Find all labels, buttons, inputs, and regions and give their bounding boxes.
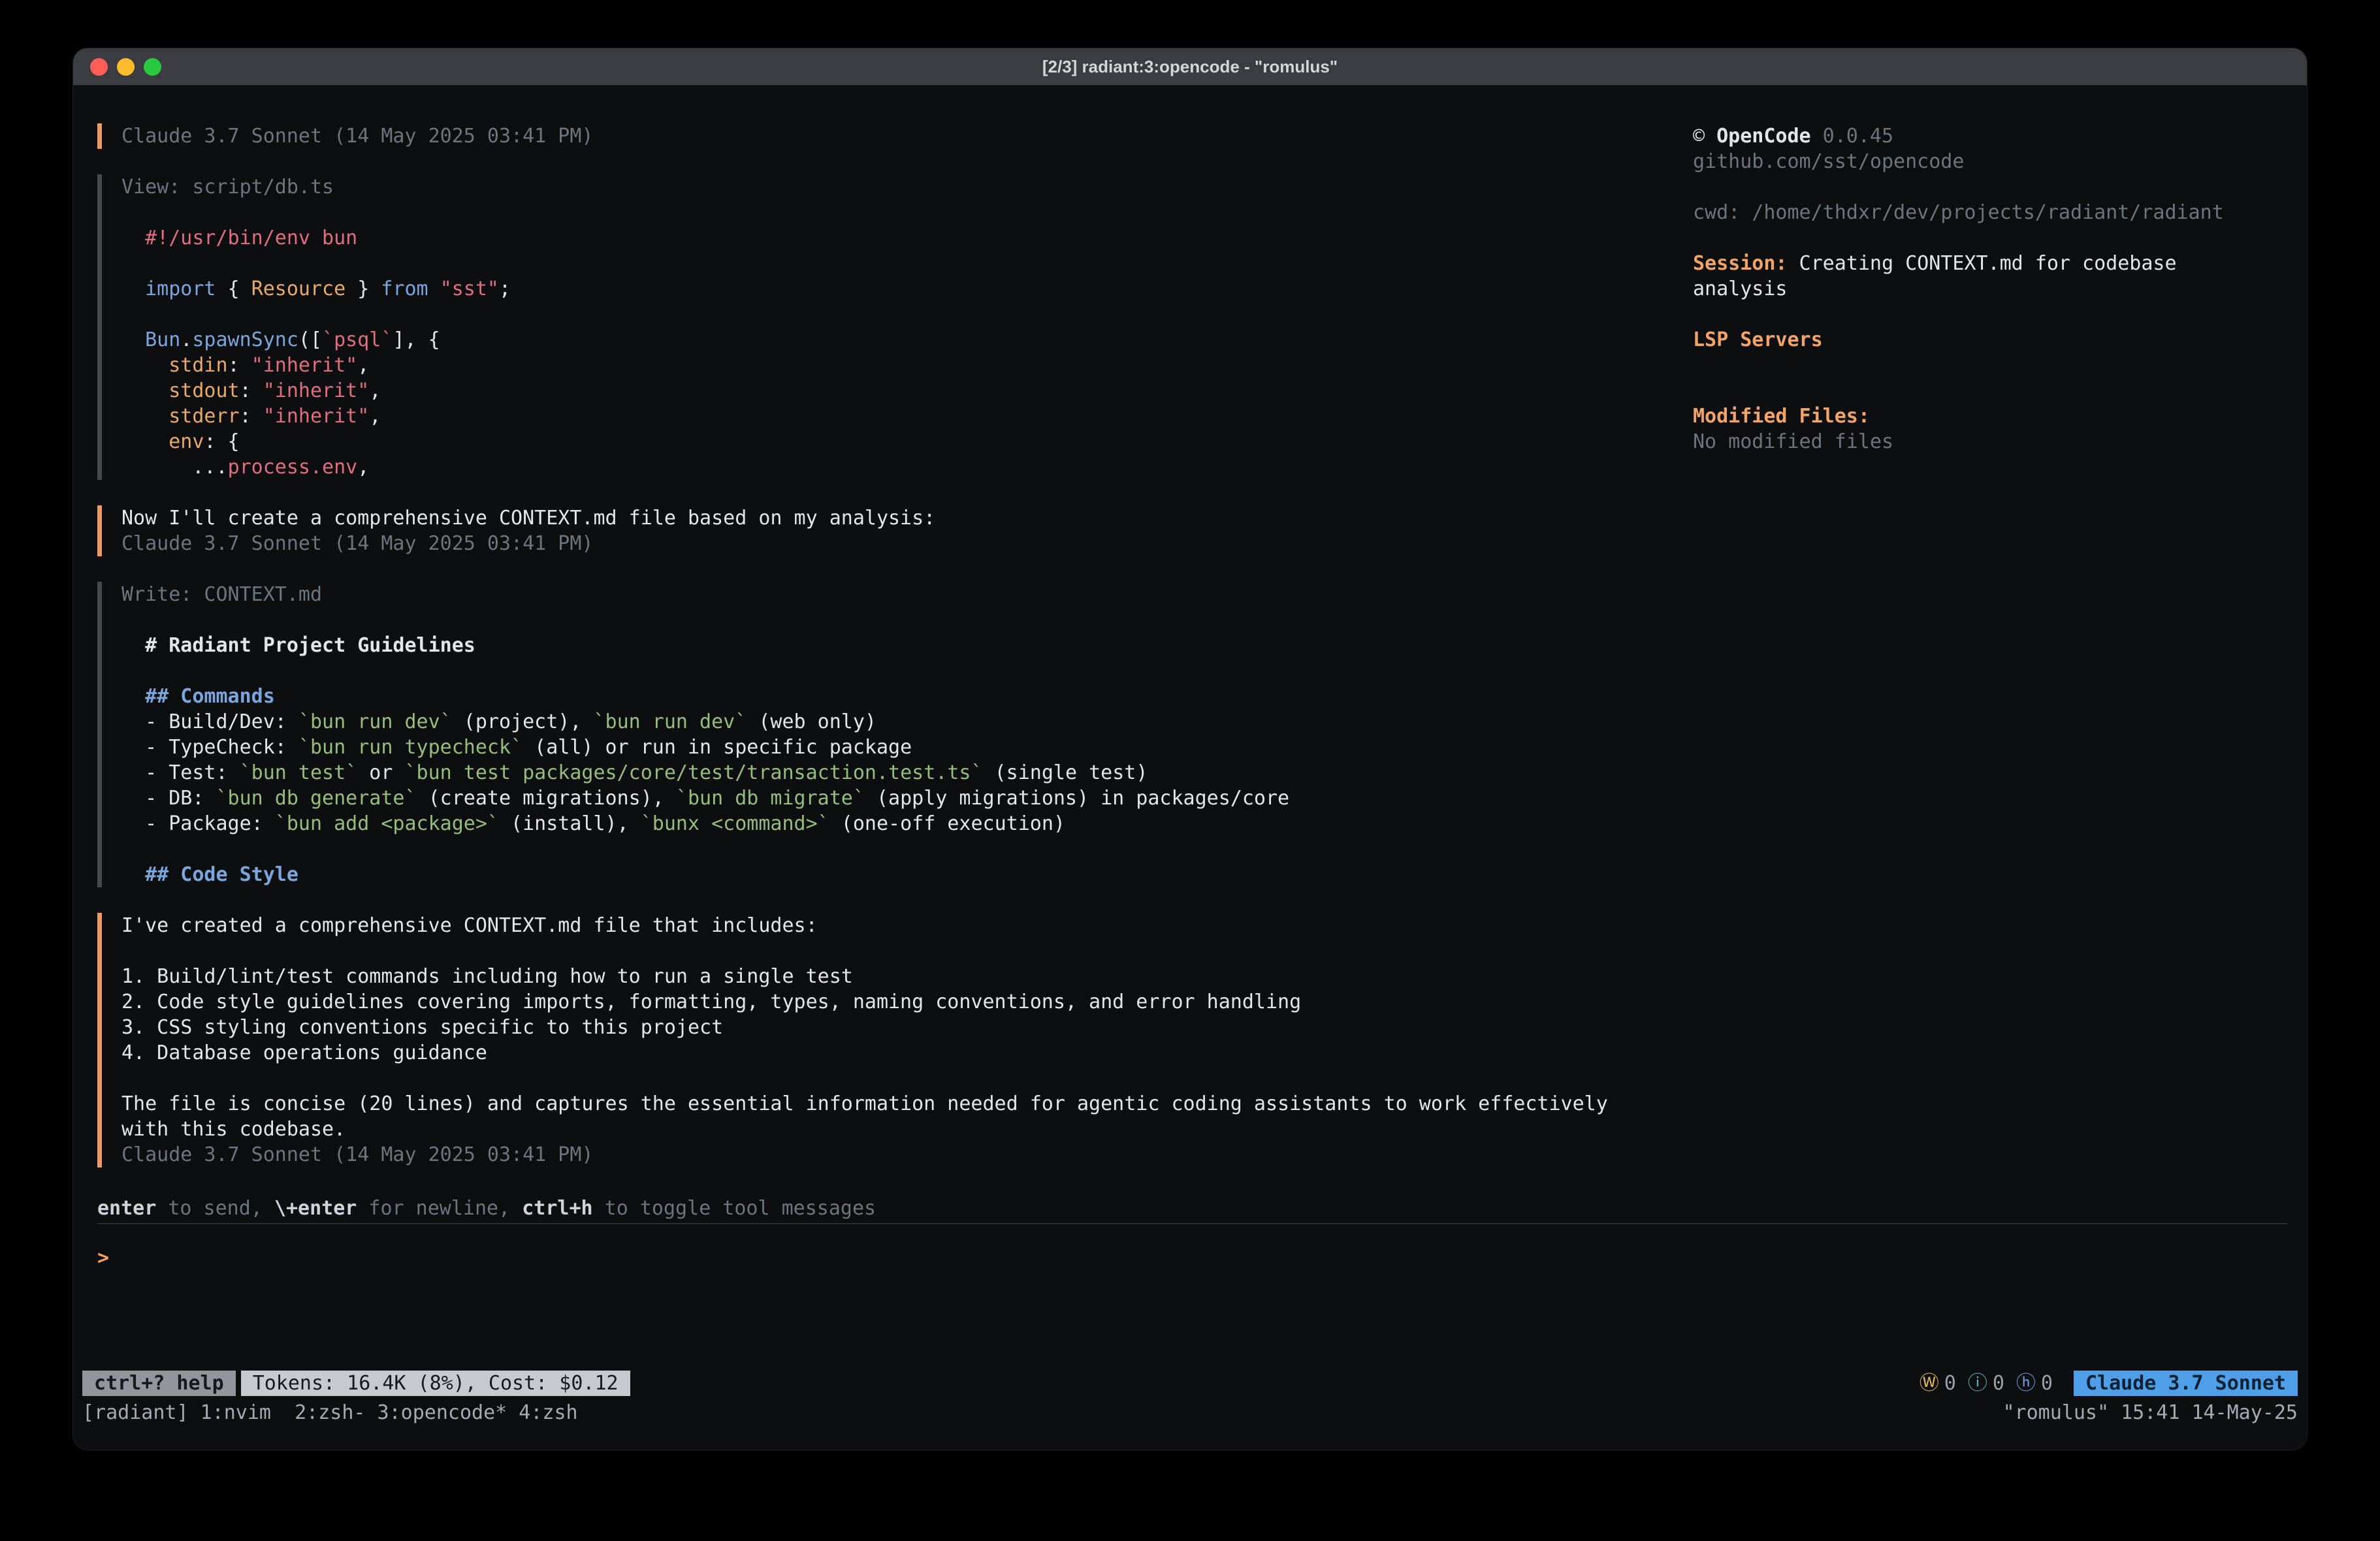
session-sidebar: © OpenCode 0.0.45github.com/sst/opencode… [1693,123,2245,454]
text-line: © OpenCode 0.0.45 [1693,123,2245,149]
close-button[interactable] [90,58,108,76]
text-line: Session: Creating CONTEXT.md for codebas… [1693,251,2245,302]
tmux-session-clock: "romulus" 15:41 14-May-25 [2002,1400,2298,1425]
info-icon: ⓘ [1968,1371,1987,1396]
diagnostic-info: ⓘ 0 [1968,1371,2004,1396]
text-line: #!/usr/bin/env bun [121,225,1658,251]
assistant-message: Claude 3.7 Sonnet (14 May 2025 03:41 PM) [97,123,1658,149]
text-line: # Radiant Project Guidelines [121,633,1658,658]
status-right: Ⓦ 0 ⓘ 0 ⓗ 0 Claude 3.7 Sonnet [1920,1371,2298,1396]
warning-count: 0 [1944,1371,1956,1396]
text-line: stderr: "inherit", [121,404,1658,429]
text-line: Claude 3.7 Sonnet (14 May 2025 03:41 PM) [121,123,1658,149]
text-line: stdout: "inherit", [121,378,1658,404]
tool-message: Write: CONTEXT.md # Radiant Project Guid… [97,582,1658,887]
text-line [121,938,1658,964]
diagnostic-hints: ⓗ 0 [2016,1371,2053,1396]
model-chip: Claude 3.7 Sonnet [2074,1371,2298,1396]
text-line: - Test: `bun test` or `bun test packages… [121,760,1658,786]
text-line: github.com/sst/opencode [1693,149,2245,174]
help-hint-chip: ctrl+? help [82,1371,236,1396]
text-line: 3. CSS styling conventions specific to t… [121,1015,1658,1040]
text-line [121,607,1658,633]
text-line: stdin: "inherit", [121,353,1658,378]
info-count: 0 [1993,1371,2004,1396]
assistant-message: Now I'll create a comprehensive CONTEXT.… [97,505,1658,556]
text-line: Claude 3.7 Sonnet (14 May 2025 03:41 PM) [121,1142,1658,1168]
text-line: I've created a comprehensive CONTEXT.md … [121,913,1658,938]
assistant-message: I've created a comprehensive CONTEXT.md … [97,913,1658,1168]
text-line: - Build/Dev: `bun run dev` (project), `b… [121,709,1658,735]
text-line: LSP Servers [1693,327,2245,353]
prompt-symbol: > [97,1247,109,1269]
hint-icon: ⓗ [2016,1371,2036,1396]
text-line: Write: CONTEXT.md [121,582,1658,607]
chat-log[interactable]: Claude 3.7 Sonnet (14 May 2025 03:41 PM)… [97,123,1658,1193]
window-titlebar: [2/3] radiant:3:opencode - "romulus" [73,48,2307,86]
message-input[interactable]: > [97,1245,2287,1343]
text-line [1693,225,2245,251]
text-line [1693,378,2245,404]
text-line: env: { [121,429,1658,454]
text-line [121,251,1658,276]
text-line: Bun.spawnSync([`psql`], { [121,327,1658,353]
text-line: import { Resource } from "sst"; [121,276,1658,302]
input-divider [97,1223,2287,1224]
traffic-lights [90,48,161,85]
text-line: - DB: `bun db generate` (create migratio… [121,786,1658,811]
warning-icon: Ⓦ [1920,1371,1939,1396]
tmux-statusline: [radiant] 1:nvim 2:zsh- 3:opencode* 4:zs… [82,1401,2298,1424]
text-line: View: script/db.ts [121,174,1658,200]
tokens-cost-chip: Tokens: 16.4K (8%), Cost: $0.12 [241,1371,630,1396]
opencode-tui: Claude 3.7 Sonnet (14 May 2025 03:41 PM)… [73,86,2307,1450]
text-line: cwd: /home/thdxr/dev/projects/radiant/ra… [1693,200,2245,225]
text-line [121,200,1658,225]
terminal-window: [2/3] radiant:3:opencode - "romulus" Cla… [73,48,2307,1450]
text-line [1693,353,2245,378]
text-line [1693,174,2245,200]
keybind-help: enter to send, \+enter for newline, ctrl… [97,1196,876,1221]
hint-count: 0 [2041,1371,2053,1396]
tool-message: View: script/db.ts #!/usr/bin/env bun im… [97,174,1658,480]
text-line: 1. Build/lint/test commands including ho… [121,964,1658,989]
text-line: ## Code Style [121,862,1658,887]
text-line [1693,302,2245,327]
text-line: Modified Files: [1693,404,2245,429]
text-line: No modified files [1693,429,2245,454]
text-line [121,658,1658,684]
window-title: [2/3] radiant:3:opencode - "romulus" [1042,57,1338,77]
text-line: ...process.env, [121,454,1658,480]
status-bar: ctrl+? help Tokens: 16.4K (8%), Cost: $0… [82,1371,2298,1396]
text-line: ## Commands [121,684,1658,709]
zoom-button[interactable] [144,58,161,76]
minimize-button[interactable] [117,58,135,76]
text-line: The file is concise (20 lines) and captu… [121,1091,1658,1117]
text-line: - TypeCheck: `bun run typecheck` (all) o… [121,735,1658,760]
diagnostic-warnings: Ⓦ 0 [1920,1371,1956,1396]
text-line: - Package: `bun add <package>` (install)… [121,811,1658,836]
text-line: Claude 3.7 Sonnet (14 May 2025 03:41 PM) [121,531,1658,556]
text-line: Now I'll create a comprehensive CONTEXT.… [121,505,1658,531]
lsp-diagnostics: Ⓦ 0 ⓘ 0 ⓗ 0 [1920,1371,2053,1396]
text-line: with this codebase. [121,1117,1658,1142]
text-line: 4. Database operations guidance [121,1040,1658,1066]
text-line [121,302,1658,327]
text-line [121,836,1658,862]
text-line [121,1066,1658,1091]
tmux-window-list[interactable]: [radiant] 1:nvim 2:zsh- 3:opencode* 4:zs… [82,1400,578,1425]
text-line: 2. Code style guidelines covering import… [121,989,1658,1015]
